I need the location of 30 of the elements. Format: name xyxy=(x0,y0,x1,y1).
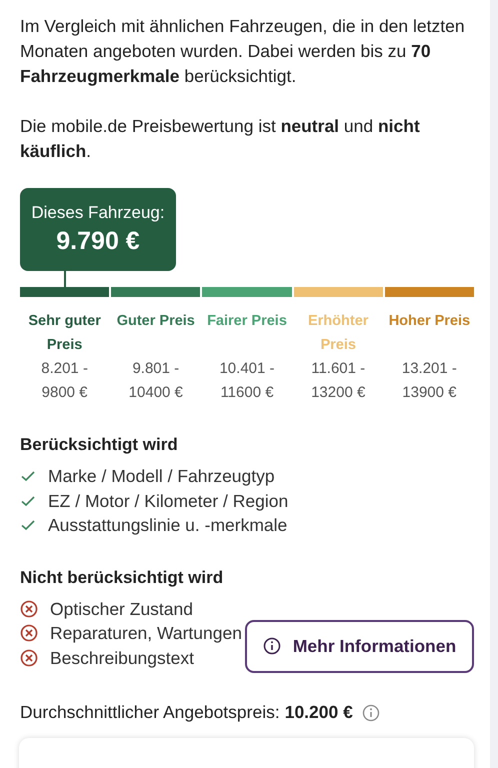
average-price-label: Durchschnittlicher Angebotspreis: xyxy=(20,702,280,723)
section-heading: Nicht berücksichtigt wird xyxy=(20,568,224,588)
cross-circle-icon xyxy=(20,648,38,667)
info-icon xyxy=(262,637,281,655)
rating-statement: Die mobile.de Preisbewertung ist neutral und nicht käuflich. xyxy=(20,115,421,163)
callout-label: Dieses Fahrzeug: xyxy=(31,203,165,223)
section-heading: Berücksichtigt wird xyxy=(20,435,179,455)
price-band-range: 8.201 - 9800 € xyxy=(40,359,89,403)
average-price: 10.200 € xyxy=(284,702,353,723)
price-band-range: 10.401 - 11600 € xyxy=(218,359,276,403)
cross-circle-icon xyxy=(20,600,38,618)
more-info-button[interactable]: Mehr Informationen xyxy=(245,620,474,672)
list-item-text: Marke / Modell / Fahrzeugtyp xyxy=(48,465,275,488)
info-icon[interactable] xyxy=(362,704,380,722)
price-band-label: Sehr guter Preis xyxy=(27,312,102,355)
list-item-text: Reparaturen, Wartungen xyxy=(50,622,242,645)
price-band-label: Hoher Preis xyxy=(388,312,470,331)
price-band-label: Guter Preis xyxy=(116,312,195,331)
price-band-range: 13.201 - 13900 € xyxy=(400,359,458,403)
intro-text: Im Vergleich mit ähnlichen Fahrzeugen, die in den letzten Monaten angeboten wurden. Dabei werden bis zu 70 Fahrzeugmerkmale berücksichtigt. xyxy=(20,15,466,88)
vehicle-price: 9.790 € xyxy=(56,227,140,256)
price-band-range: 11.601 - 13200 € xyxy=(310,359,366,403)
list-item-text: Ausstattungslinie u. -merkmale xyxy=(48,514,288,537)
list-item-text: Beschreibungstext xyxy=(50,646,194,670)
price-band-range: 9.801 - 10400 € xyxy=(128,359,184,403)
list-item-text: EZ / Motor / Kilometer / Region xyxy=(48,490,288,513)
cross-circle-icon xyxy=(20,624,38,642)
price-band-label: Erhöhter Preis xyxy=(306,312,370,355)
price-band-label: Fairer Preis xyxy=(207,312,287,331)
list-item-text: Optischer Zustand xyxy=(50,598,193,621)
